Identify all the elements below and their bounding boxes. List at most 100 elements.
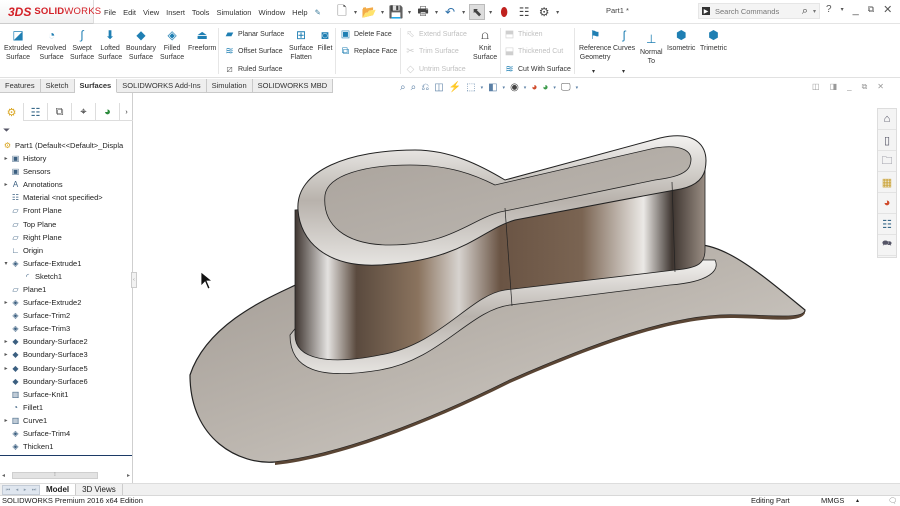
scroll-thumb[interactable]: ⁞ — [12, 472, 98, 479]
select-dropdown[interactable]: ▾ — [489, 9, 492, 16]
scene-dropdown[interactable]: ▾ — [553, 85, 556, 91]
units-selector[interactable]: MMGS — [821, 496, 844, 506]
display-manager-tab-icon[interactable]: ◕ — [96, 103, 120, 121]
tree-item[interactable]: ◈ Surface-Trim4 — [0, 427, 133, 440]
split-view-2-icon[interactable]: ◨ — [830, 82, 838, 92]
offset-surface-button[interactable]: ≋ Offset Surface — [224, 45, 282, 57]
undo-icon[interactable]: ↶ — [442, 4, 458, 20]
viewport-minimize-icon[interactable]: _ — [847, 82, 851, 92]
panel-collapse-handle[interactable]: ‹ — [131, 272, 137, 288]
minimize-icon[interactable]: _ — [853, 4, 859, 16]
tree-root-part1[interactable]: ⚙ Part1 (Default<<Default>_Displa — [2, 139, 123, 152]
planar-surface-button[interactable]: ▰ Planar Surface — [224, 28, 285, 40]
options-gear-icon[interactable]: ⚙ — [536, 4, 552, 20]
new-dropdown[interactable]: ▾ — [354, 9, 357, 16]
knit-surface-button[interactable]: ⩍ Knit Surface — [473, 28, 497, 62]
search-commands-input[interactable]: ▶ Search Commands ⌕ ▾ — [698, 3, 820, 19]
design-library-icon[interactable]: ▯ — [878, 130, 896, 151]
solidworks-resources-home-icon[interactable]: ⌂ — [878, 109, 896, 130]
tree-item[interactable]: ▱ Right Plane — [0, 231, 133, 244]
apply-scene-icon[interactable]: ◕ — [542, 82, 548, 93]
menu-help[interactable]: Help — [292, 8, 307, 17]
zoom-to-fit-icon[interactable]: ⌕ — [400, 82, 406, 93]
forum-icon[interactable]: 🗪 — [878, 235, 896, 256]
tree-item[interactable]: ▸ ◈ Surface-Extrude2 — [0, 296, 133, 309]
edit-appearance-icon[interactable]: ◕ — [531, 82, 537, 93]
trim-surface-button[interactable]: ✂ Trim Surface — [405, 45, 459, 57]
pin-icon[interactable]: ✎ — [315, 8, 321, 17]
tab-features[interactable]: Features — [0, 79, 41, 93]
tree-item[interactable]: ▸ ◆ Boundary-Surface2 — [0, 335, 133, 348]
revolved-surface-button[interactable]: ◔ Revolved Surface — [37, 28, 66, 62]
split-view-icon[interactable]: ◫ — [812, 82, 820, 92]
tree-item[interactable]: ▣ Sensors — [0, 165, 133, 178]
tree-item[interactable]: ▸ A Annotations — [0, 178, 133, 191]
lofted-surface-button[interactable]: ⬇ Lofted Surface — [98, 28, 122, 62]
fillet-button[interactable]: ◙ Fillet — [317, 28, 333, 53]
tree-expand-icon[interactable]: ▸ — [2, 299, 10, 306]
rollback-bar[interactable] — [0, 455, 132, 456]
hide-show-dropdown[interactable]: ▾ — [524, 85, 527, 91]
open-dropdown[interactable]: ▾ — [381, 9, 384, 16]
tree-expand-icon[interactable]: ▸ — [2, 365, 10, 372]
zoom-to-area-icon[interactable]: ⌕ — [411, 82, 417, 93]
extruded-surface-button[interactable]: ◪ Extruded Surface — [4, 28, 32, 62]
tab-navigation-arrows[interactable]: ⏮ ◂ ▸ ⏭ — [2, 484, 40, 495]
dimxpert-manager-tab-icon[interactable]: ⌖ — [72, 103, 96, 121]
view-orientation-icon[interactable]: ⬚ — [466, 82, 475, 93]
tree-item[interactable]: ◈ Surface-Trim2 — [0, 309, 133, 322]
file-explorer-folder-icon[interactable]: 🗀 — [878, 151, 896, 172]
undo-dropdown[interactable]: ▾ — [462, 9, 465, 16]
save-dropdown[interactable]: ▾ — [408, 9, 411, 16]
previous-view-icon[interactable]: ⎌ — [421, 82, 429, 93]
panel-horizontal-scrollbar[interactable]: ◂ ⁞ ▸ — [2, 471, 130, 480]
new-document-icon[interactable]: 🗋 — [334, 4, 350, 20]
menu-file[interactable]: File — [104, 8, 116, 17]
solidworks-logo[interactable]: 3DS SOLIDWORKS — [0, 0, 101, 24]
viewport-close-icon[interactable]: ✕ — [877, 82, 884, 92]
surface-flatten-button[interactable]: ⊞ Surface Flatten — [289, 28, 313, 62]
view-orientation-dropdown[interactable]: ▾ — [481, 85, 484, 91]
restore-icon[interactable]: ⧉ — [868, 4, 874, 15]
tree-item[interactable]: ▱ Front Plane — [0, 204, 133, 217]
tree-item[interactable]: ▾ ◈ Surface-Extrude1 — [0, 257, 133, 270]
help-dropdown[interactable]: ▾ — [841, 6, 844, 13]
tree-item[interactable]: ▥ Surface-Knit1 — [0, 388, 133, 401]
tree-expand-icon[interactable]: ▾ — [2, 260, 10, 267]
status-chat-icon[interactable]: 🗨 — [888, 496, 898, 506]
print-icon[interactable]: 🖶 — [415, 4, 431, 20]
thickened-cut-button[interactable]: ⬓ Thickened Cut — [504, 45, 563, 57]
curves-button[interactable]: ʃ Curves — [613, 28, 635, 53]
menu-insert[interactable]: Insert — [166, 8, 185, 17]
appearances-icon[interactable]: ◕ — [878, 193, 896, 214]
save-icon[interactable]: 💾 — [388, 4, 404, 20]
trimetric-button[interactable]: ⬢ Trimetric — [700, 28, 727, 53]
options-dropdown[interactable]: ▾ — [556, 9, 559, 16]
display-style-dropdown[interactable]: ▾ — [503, 85, 506, 91]
tree-expand-icon[interactable]: ▸ — [2, 351, 10, 358]
close-icon[interactable]: ✕ — [883, 3, 892, 16]
section-view-icon[interactable]: ◫ — [434, 82, 443, 93]
dynamic-annotation-icon[interactable]: ⚡ — [449, 82, 461, 93]
tree-item[interactable]: ▸ ▥ Curve1 — [0, 414, 133, 427]
tree-item[interactable]: ▸ ◆ Boundary-Surface3 — [0, 348, 133, 361]
scroll-right-arrow[interactable]: ▸ — [127, 472, 130, 479]
filter-icon[interactable]: ⏷ — [3, 125, 10, 136]
tree-item[interactable]: ▱ Top Plane — [0, 217, 133, 230]
freeform-button[interactable]: ⏏ Freeform — [188, 28, 216, 53]
graphics-area-3d-model[interactable] — [150, 110, 870, 480]
tree-item[interactable]: ◆ Boundary-Surface6 — [0, 375, 133, 388]
tree-expand-icon[interactable]: ▸ — [2, 338, 10, 345]
tab-model[interactable]: Model — [40, 483, 77, 496]
tree-item[interactable]: ◜ Sketch1 — [0, 270, 133, 283]
search-dropdown[interactable]: ▾ — [813, 8, 816, 15]
isometric-button[interactable]: ⬢ Isometric — [667, 28, 695, 53]
tab-solidworks-add-ins[interactable]: SOLIDWORKS Add-Ins — [117, 79, 207, 93]
tree-expand-icon[interactable]: ▸ — [2, 181, 10, 188]
tab-simulation[interactable]: Simulation — [206, 79, 253, 93]
feature-manager-tab-icon[interactable]: ⚙ — [0, 103, 24, 121]
tab-solidworks-mbd[interactable]: SOLIDWORKS MBD — [252, 79, 334, 93]
menu-view[interactable]: View — [143, 8, 159, 17]
ruled-surface-button[interactable]: ⧄ Ruled Surface — [224, 63, 282, 75]
viewport-restore-icon[interactable]: ⧉ — [862, 82, 868, 92]
